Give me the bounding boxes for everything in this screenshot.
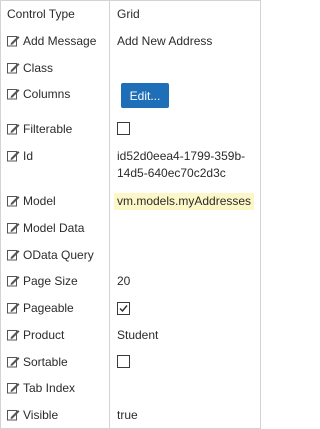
row-sortable: Sortable — [1, 355, 260, 370]
row-model-data: Model Data — [1, 221, 260, 236]
row-add-message: Add Message Add New Address — [1, 34, 260, 49]
label-model: Model — [23, 194, 56, 208]
sortable-checkbox[interactable] — [117, 355, 130, 368]
pencil-edit-icon[interactable] — [7, 356, 20, 368]
property-grid: Control Type Grid Add Message Add New Ad… — [0, 0, 261, 429]
pencil-edit-icon[interactable] — [7, 249, 20, 261]
value-page-size: 20 — [117, 274, 131, 288]
label-id: Id — [23, 149, 34, 163]
label-visible: Visible — [23, 408, 59, 422]
pencil-edit-icon[interactable] — [7, 88, 20, 100]
row-tab-index: Tab Index — [1, 381, 260, 396]
label-tab-index: Tab Index — [23, 381, 76, 395]
pencil-edit-icon[interactable] — [7, 150, 20, 162]
row-pageable: Pageable — [1, 301, 260, 316]
row-id: Id id52d0eea4-1799-359b- 14d5-640ec70c2d… — [1, 149, 260, 183]
label-class: Class — [23, 61, 54, 75]
label-sortable-wrap[interactable]: Sortable — [7, 355, 68, 369]
label-columns: Columns — [23, 87, 71, 101]
pencil-edit-icon[interactable] — [7, 123, 20, 135]
label-columns-wrap[interactable]: Columns — [7, 87, 70, 101]
filterable-checkbox[interactable] — [117, 122, 130, 135]
pageable-checkbox[interactable] — [117, 302, 130, 315]
label-page-size-wrap[interactable]: Page Size — [7, 274, 78, 288]
row-odata-query: OData Query — [1, 248, 260, 263]
value-model-wrap: vm.models.myAddresses — [114, 193, 255, 210]
label-filterable: Filterable — [23, 122, 73, 136]
value-id-line1: id52d0eea4-1799-359b- — [117, 149, 246, 163]
label-odata-query-wrap[interactable]: OData Query — [7, 248, 94, 262]
pencil-edit-icon[interactable] — [7, 302, 20, 314]
label-filterable-wrap[interactable]: Filterable — [7, 122, 72, 136]
label-control-type: Control Type — [7, 7, 75, 21]
row-model: Model vm.models.myAddresses — [1, 193, 260, 210]
pencil-edit-icon[interactable] — [7, 329, 20, 341]
row-visible: Visible true — [1, 408, 260, 423]
value-control-type: Grid — [117, 7, 140, 21]
edit-columns-button[interactable]: Edit... — [121, 83, 169, 108]
pencil-edit-icon[interactable] — [7, 275, 20, 287]
value-add-message: Add New Address — [117, 34, 213, 48]
pencil-edit-icon[interactable] — [7, 195, 20, 207]
row-class: Class — [1, 61, 260, 76]
pencil-edit-icon[interactable] — [7, 35, 20, 47]
label-sortable: Sortable — [23, 355, 68, 369]
row-product: Product Student — [1, 328, 260, 343]
label-product: Product — [23, 328, 65, 342]
label-add-message: Add Message — [23, 34, 97, 48]
label-pageable: Pageable — [23, 301, 74, 315]
value-model: vm.models.myAddresses — [114, 193, 255, 210]
label-model-data-wrap[interactable]: Model Data — [7, 221, 84, 235]
label-model-wrap[interactable]: Model — [7, 194, 56, 208]
label-add-message-wrap[interactable]: Add Message — [7, 34, 96, 48]
label-model-data: Model Data — [23, 221, 85, 235]
pencil-edit-icon[interactable] — [7, 222, 20, 234]
label-tab-index-wrap[interactable]: Tab Index — [7, 381, 75, 395]
value-id-line2: 14d5-640ec70c2d3c — [117, 166, 226, 180]
pencil-edit-icon[interactable] — [7, 409, 20, 421]
pencil-edit-icon[interactable] — [7, 382, 20, 394]
label-odata-query: OData Query — [23, 248, 94, 262]
row-control-type: Control Type Grid — [1, 7, 260, 22]
label-page-size: Page Size — [23, 274, 78, 288]
pencil-edit-icon[interactable] — [7, 62, 20, 74]
label-product-wrap[interactable]: Product — [7, 328, 64, 342]
label-class-wrap[interactable]: Class — [7, 61, 53, 75]
label-visible-wrap[interactable]: Visible — [7, 408, 58, 422]
value-visible: true — [117, 408, 138, 422]
value-product: Student — [117, 328, 159, 342]
label-id-wrap[interactable]: Id — [7, 149, 33, 163]
row-page-size: Page Size 20 — [1, 274, 260, 289]
row-filterable: Filterable — [1, 122, 260, 137]
label-pageable-wrap[interactable]: Pageable — [7, 301, 74, 315]
checkmark-icon — [119, 305, 128, 313]
